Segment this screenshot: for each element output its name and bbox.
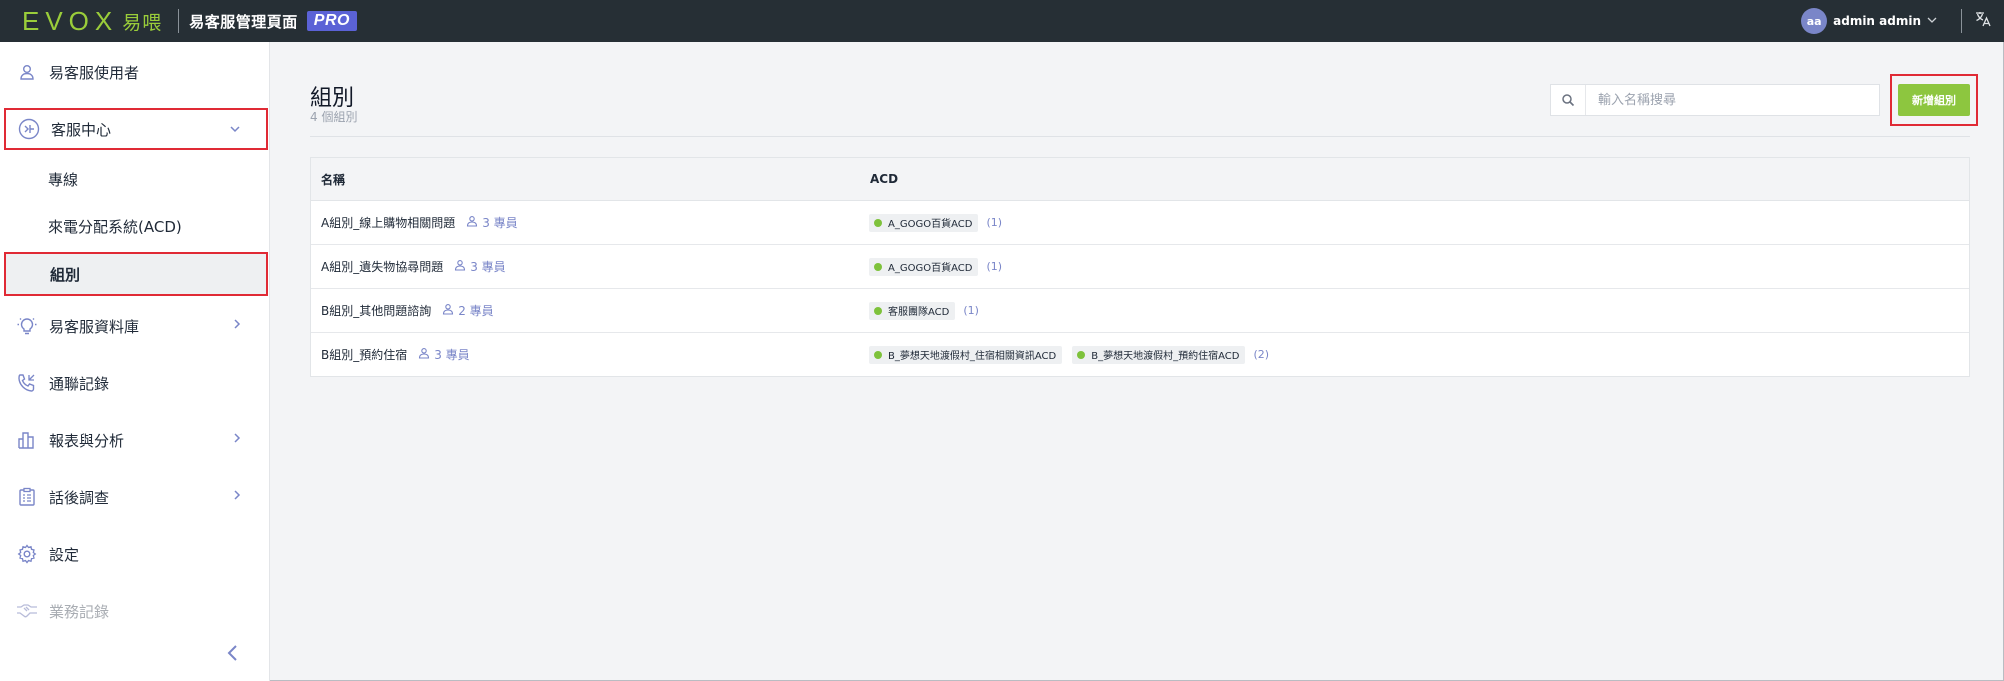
- app-title: 易客服管理頁面: [189, 12, 298, 31]
- search-icon: [1551, 85, 1586, 115]
- table-row[interactable]: A組別_遺失物協尋問題 3 專員 A_GOGO百貨ACD (1): [311, 245, 1969, 289]
- member-count-text: 3 專員: [470, 260, 506, 274]
- sidebar-item-label: 客服中心: [51, 120, 112, 139]
- sidebar-item-label: 易客服使用者: [49, 63, 140, 82]
- acd-name: A_GOGO百貨ACD: [888, 219, 973, 230]
- column-header-name: 名稱: [321, 172, 346, 187]
- acd-tag[interactable]: B_夢想天地渡假村_住宿相關資訊ACD: [869, 345, 1063, 364]
- header-divider: [178, 9, 180, 33]
- sidebar-item-users[interactable]: 易客服使用者: [4, 51, 268, 93]
- main-content: 組別 4 個組別 新增組別 名稱 ACD A組別_線上購物相關問題 3 專員 A…: [270, 42, 2004, 681]
- search-input[interactable]: [1596, 91, 1870, 109]
- table-row[interactable]: B組別_預約住宿 3 專員 B_夢想天地渡假村_住宿相關資訊ACD B_夢想天地…: [311, 333, 1969, 376]
- add-group-button[interactable]: 新增組別: [1898, 84, 1970, 116]
- sidebar-subitem-lines[interactable]: 專線: [4, 159, 268, 199]
- chevron-right-icon[interactable]: [230, 430, 244, 449]
- sidebar-subitem-label: 專線: [48, 170, 79, 189]
- sidebar: 易客服使用者 客服中心 專線 來電分配系統(ACD) 組別 易客服資料庫 通聯記…: [0, 42, 270, 681]
- sidebar-item-call-log[interactable]: 通聯記錄: [4, 362, 268, 404]
- language-icon[interactable]: [1974, 10, 1992, 32]
- member-count[interactable]: 3 專員: [418, 346, 470, 363]
- user-icon: [16, 61, 38, 83]
- header-divider-right: [1961, 9, 1962, 33]
- acd-count: (1): [986, 216, 1003, 229]
- survey-icon: [16, 486, 38, 508]
- member-count-text: 3 專員: [482, 216, 518, 230]
- pro-badge: PRO: [306, 11, 357, 31]
- logo-evox-text: EVOX: [22, 5, 119, 36]
- gear-icon: [16, 543, 38, 565]
- header-divider-line: [310, 136, 1970, 137]
- sidebar-item-reports[interactable]: 報表與分析: [4, 419, 268, 461]
- sidebar-item-label: 易客服資料庫: [49, 317, 140, 336]
- acd-count: (1): [963, 304, 979, 317]
- acd-name: B_夢想天地渡假村_預約住宿ACD: [1091, 351, 1240, 362]
- column-header-acd: ACD: [870, 172, 899, 186]
- user-menu-chevron-icon[interactable]: [1927, 16, 1937, 27]
- brand-logo[interactable]: EVOX 易喂: [22, 6, 162, 37]
- acd-tag[interactable]: A_GOGO百貨ACD: [869, 257, 979, 276]
- member-count[interactable]: 3 專員: [466, 214, 518, 231]
- chevron-right-icon[interactable]: [230, 487, 244, 506]
- agent-icon: [442, 303, 454, 318]
- sidebar-item-survey[interactable]: 話後調查: [4, 476, 268, 518]
- acd-name: B_夢想天地渡假村_住宿相關資訊ACD: [888, 351, 1057, 362]
- group-name[interactable]: B組別_預約住宿: [321, 346, 407, 363]
- handshake-icon: [16, 600, 38, 622]
- sidebar-item-label: 報表與分析: [49, 431, 125, 450]
- acd-count: (1): [986, 260, 1003, 273]
- acd-tag[interactable]: B_夢想天地渡假村_預約住宿ACD: [1072, 345, 1246, 364]
- status-dot: [874, 262, 882, 271]
- sidebar-subitem-label: 來電分配系統(ACD): [48, 217, 182, 236]
- acd-tag[interactable]: 客服團隊ACD: [869, 301, 956, 320]
- status-dot: [874, 350, 882, 359]
- agent-icon: [454, 259, 466, 274]
- acd-name: 客服團隊ACD: [888, 307, 950, 318]
- table-row[interactable]: B組別_其他問題諮詢 2 專員 客服團隊ACD (1): [311, 289, 1969, 333]
- table-row[interactable]: A組別_線上購物相關問題 3 專員 A_GOGO百貨ACD (1): [311, 201, 1969, 245]
- headset-icon: [18, 118, 40, 140]
- user-name[interactable]: admin admin: [1833, 14, 1921, 28]
- acd-count: (2): [1253, 348, 1270, 361]
- phone-log-icon: [16, 372, 38, 394]
- bar-chart-icon: [16, 429, 38, 451]
- chevron-right-icon[interactable]: [230, 316, 244, 335]
- status-dot: [874, 306, 882, 315]
- sidebar-subitem-label: 組別: [50, 265, 81, 284]
- sidebar-item-business-records: 業務記錄: [4, 590, 268, 632]
- group-name[interactable]: A組別_線上購物相關問題: [321, 214, 455, 231]
- group-name[interactable]: B組別_其他問題諮詢: [321, 302, 431, 319]
- search-box: [1550, 84, 1880, 116]
- sidebar-item-knowledge-base[interactable]: 易客服資料庫: [4, 305, 268, 347]
- sidebar-collapse-icon[interactable]: [222, 642, 244, 664]
- status-dot: [874, 218, 882, 227]
- avatar[interactable]: aa: [1801, 8, 1828, 34]
- add-button-highlight: 新增組別: [1890, 74, 1978, 126]
- acd-name: A_GOGO百貨ACD: [888, 263, 973, 274]
- group-count: 4 個組別: [310, 110, 358, 124]
- sidebar-subitem-groups[interactable]: 組別: [4, 252, 268, 296]
- agent-icon: [418, 347, 430, 362]
- acd-tag[interactable]: A_GOGO百貨ACD: [869, 213, 979, 232]
- agent-icon: [466, 215, 478, 230]
- lightbulb-icon: [16, 315, 38, 337]
- sidebar-subitem-acd[interactable]: 來電分配系統(ACD): [4, 206, 268, 246]
- sidebar-item-label: 話後調查: [49, 488, 110, 507]
- sidebar-item-label: 通聯記錄: [49, 374, 110, 393]
- member-count[interactable]: 3 專員: [454, 258, 506, 275]
- member-count[interactable]: 2 專員: [442, 302, 494, 319]
- sidebar-item-service-center[interactable]: 客服中心: [4, 108, 268, 150]
- sidebar-item-label: 設定: [49, 545, 80, 564]
- member-count-text: 3 專員: [434, 348, 470, 362]
- table-header: 名稱 ACD: [311, 158, 1969, 201]
- status-dot: [1077, 350, 1086, 359]
- member-count-text: 2 專員: [458, 304, 494, 318]
- top-bar: EVOX 易喂 易客服管理頁面 PRO aa admin admin: [0, 0, 2004, 42]
- logo-cn-text: 易喂: [122, 11, 163, 34]
- group-name[interactable]: A組別_遺失物協尋問題: [321, 258, 443, 275]
- chevron-down-icon[interactable]: [228, 121, 242, 140]
- sidebar-item-label: 業務記錄: [49, 602, 110, 621]
- groups-table: 名稱 ACD A組別_線上購物相關問題 3 專員 A_GOGO百貨ACD (1)…: [310, 157, 1970, 377]
- sidebar-item-settings[interactable]: 設定: [4, 533, 268, 575]
